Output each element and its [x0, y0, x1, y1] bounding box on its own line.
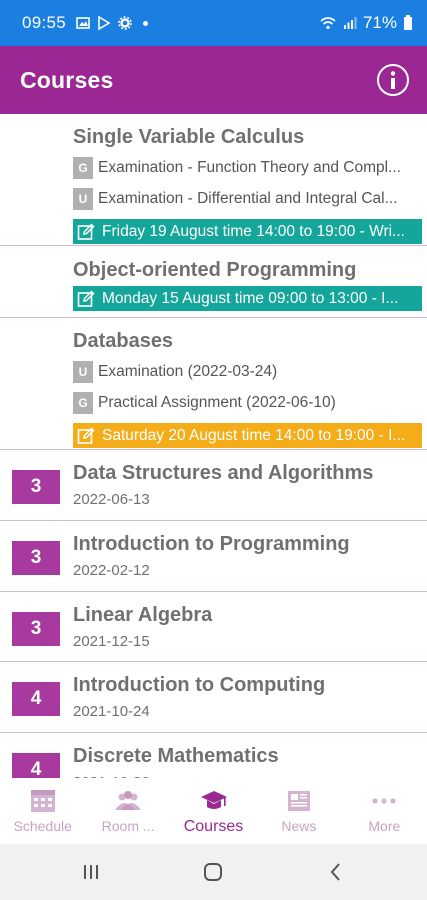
- nav-label: Schedule: [13, 818, 72, 834]
- exam-registration-banner[interactable]: Friday 19 August time 14:00 to 19:00 - W…: [73, 219, 422, 244]
- course-date: 2022-06-13: [73, 491, 150, 508]
- calendar-icon: [30, 790, 55, 812]
- course-date: 2021-12-15: [73, 633, 150, 650]
- list-item[interactable]: 4 Discrete Mathematics 2021-10-30: [0, 733, 427, 778]
- exam-registration-banner[interactable]: Monday 15 August time 09:00 to 13:00 - I…: [73, 286, 422, 311]
- list-item[interactable]: 3 Introduction to Programming 2022-02-12: [0, 521, 427, 592]
- course-name: Object-oriented Programming: [73, 259, 357, 281]
- info-button[interactable]: [377, 64, 409, 96]
- course-list: Single Variable Calculus G Examination -…: [0, 114, 427, 778]
- banner-text: Saturday 20 August time 14:00 to 19:00 -…: [102, 426, 406, 444]
- edit-icon: [77, 289, 95, 307]
- nav-label: Courses: [183, 818, 244, 835]
- grade-type-badge: G: [73, 157, 93, 179]
- exam-text: Examination - Differential and Integral …: [98, 190, 398, 207]
- nav-schedule[interactable]: Schedule: [0, 778, 85, 844]
- course-name: Discrete Mathematics: [73, 745, 279, 767]
- list-item[interactable]: Single Variable Calculus G Examination -…: [0, 114, 427, 246]
- exam-row: G Examination - Function Theory and Comp…: [73, 156, 427, 180]
- gear-icon: [118, 16, 132, 30]
- edit-icon: [77, 426, 95, 444]
- notification-dot-icon: [143, 20, 149, 26]
- gallery-icon: [76, 17, 90, 29]
- signal-icon: [343, 17, 357, 29]
- battery-percentage: 71%: [362, 13, 397, 32]
- bottom-navigation: Schedule Room ... Courses News More: [0, 778, 427, 844]
- course-name: Single Variable Calculus: [73, 126, 305, 148]
- list-item[interactable]: 3 Linear Algebra 2021-12-15: [0, 592, 427, 662]
- system-navigation-bar: [0, 844, 427, 900]
- nav-room[interactable]: Room ...: [85, 778, 170, 844]
- banner-text: Monday 15 August time 09:00 to 13:00 - I…: [102, 289, 399, 307]
- more-dots-icon: [372, 798, 396, 804]
- nav-label: News: [281, 818, 317, 834]
- info-icon: [390, 71, 396, 89]
- course-name: Data Structures and Algorithms: [73, 462, 374, 484]
- exam-text: Examination - Function Theory and Compl.…: [98, 159, 401, 176]
- course-name: Introduction to Programming: [73, 533, 350, 555]
- course-name: Linear Algebra: [73, 604, 213, 626]
- nav-news[interactable]: News: [256, 778, 341, 844]
- exam-registration-banner[interactable]: Saturday 20 August time 14:00 to 19:00 -…: [73, 423, 422, 448]
- grade-badge: 3: [12, 541, 60, 575]
- newspaper-icon: [287, 791, 310, 811]
- nav-label: Room ...: [101, 818, 155, 834]
- wifi-icon: [320, 17, 336, 30]
- grade-badge: 3: [12, 470, 60, 504]
- grade-badge: 4: [12, 753, 60, 778]
- grade-type-badge: U: [73, 188, 93, 210]
- status-bar: 09:55 71%: [0, 0, 427, 46]
- edit-icon: [77, 222, 95, 240]
- back-icon[interactable]: [324, 860, 348, 884]
- app-bar: Courses: [0, 46, 427, 114]
- nav-label: More: [368, 818, 401, 834]
- people-icon: [115, 791, 142, 810]
- home-icon[interactable]: [201, 860, 225, 884]
- banner-text: Friday 19 August time 14:00 to 19:00 - W…: [102, 222, 405, 240]
- exam-row: U Examination - Differential and Integra…: [73, 187, 427, 211]
- list-item[interactable]: Databases U Examination (2022-03-24) G P…: [0, 318, 427, 450]
- course-date: 2021-10-24: [73, 703, 150, 720]
- exam-text: Practical Assignment (2022-06-10): [98, 394, 336, 411]
- nav-more[interactable]: More: [342, 778, 427, 844]
- exam-row: G Practical Assignment (2022-06-10): [73, 391, 427, 415]
- list-item[interactable]: 3 Data Structures and Algorithms 2022-06…: [0, 450, 427, 521]
- exam-text: Examination (2022-03-24): [98, 363, 278, 380]
- status-time: 09:55: [22, 13, 67, 32]
- list-item[interactable]: Object-oriented Programming Monday 15 Au…: [0, 246, 427, 318]
- course-date: 2022-02-12: [73, 562, 150, 579]
- grade-type-badge: G: [73, 392, 93, 414]
- course-name: Databases: [73, 330, 174, 352]
- list-item[interactable]: 4 Introduction to Computing 2021-10-24: [0, 662, 427, 733]
- page-title: Courses: [20, 66, 114, 93]
- download-icon: [98, 16, 111, 30]
- exam-row: U Examination (2022-03-24): [73, 360, 427, 384]
- battery-icon: [404, 15, 412, 30]
- recent-apps-icon[interactable]: [79, 860, 103, 884]
- grade-type-badge: U: [73, 361, 93, 383]
- grade-badge: 3: [12, 612, 60, 646]
- nav-courses[interactable]: Courses: [171, 778, 256, 844]
- course-name: Introduction to Computing: [73, 674, 326, 696]
- graduation-cap-icon: [200, 791, 227, 809]
- grade-badge: 4: [12, 682, 60, 716]
